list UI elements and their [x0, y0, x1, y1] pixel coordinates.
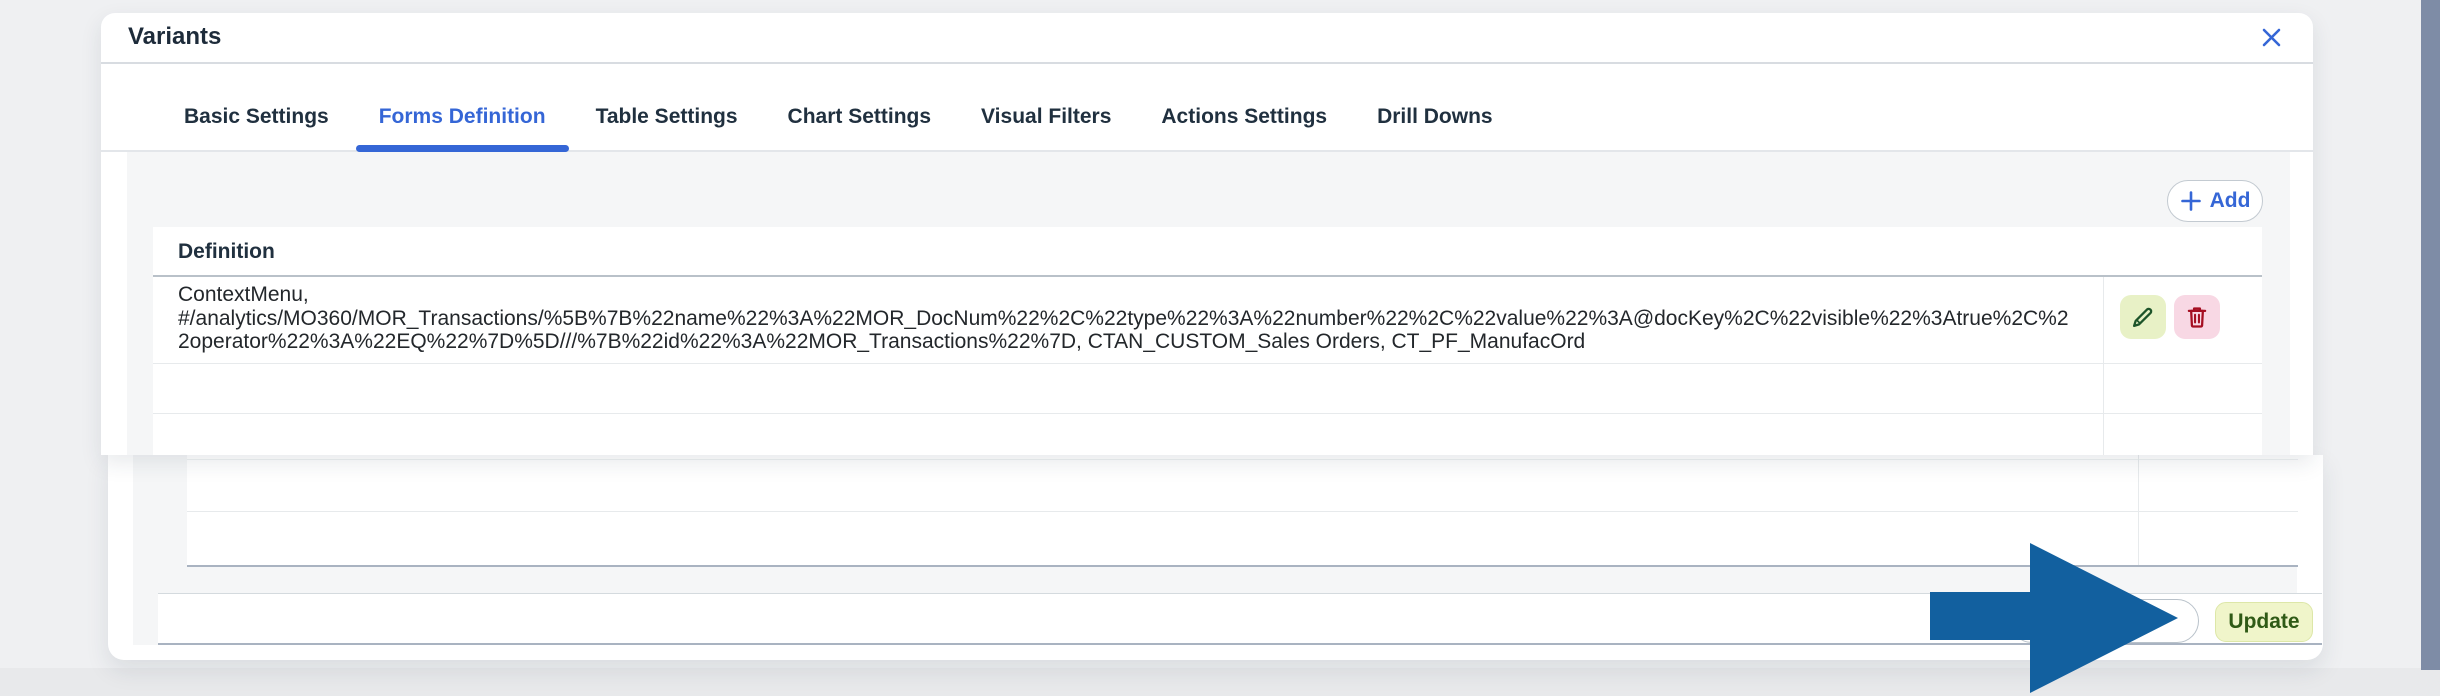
column-divider — [2138, 455, 2139, 565]
screen: Variants Basic Settings Forms Definition… — [0, 0, 2440, 696]
tab-table-settings[interactable]: Table Settings — [571, 102, 763, 132]
row-actions-cell — [2103, 277, 2262, 363]
hidden-footer-button[interactable] — [2010, 599, 2199, 643]
row-actions-cell — [2103, 413, 2262, 455]
tab-bar: Basic Settings Forms Definition Table Se… — [159, 102, 1518, 152]
plus-icon — [2180, 190, 2202, 212]
lower-content-panel: Update — [133, 455, 2322, 645]
tab-forms-definition[interactable]: Forms Definition — [354, 102, 571, 152]
definitions-table: Definition ContextMenu, #/analytics/MO36… — [153, 227, 2262, 455]
update-button-label: Update — [2228, 610, 2300, 633]
table-header-definition: Definition — [153, 227, 2262, 277]
variants-dialog-lower-section: Update — [108, 455, 2323, 660]
tab-visual-filters[interactable]: Visual Filters — [956, 102, 1136, 132]
definition-cell — [153, 414, 2103, 456]
title-divider — [101, 62, 2313, 64]
tab-chart-settings[interactable]: Chart Settings — [763, 102, 957, 132]
tab-actions-settings[interactable]: Actions Settings — [1136, 102, 1352, 132]
tab-basic-settings[interactable]: Basic Settings — [159, 102, 354, 132]
pencil-icon — [2130, 304, 2156, 330]
add-button[interactable]: Add — [2167, 180, 2263, 222]
page-scrollbar[interactable] — [2421, 0, 2440, 670]
delete-button[interactable] — [2174, 295, 2220, 339]
dialog-footer: Update — [158, 593, 2322, 645]
table-row-empty[interactable] — [153, 363, 2262, 414]
table-row[interactable]: ContextMenu, #/analytics/MO360/MOR_Trans… — [153, 277, 2262, 364]
definition-cell: ContextMenu, #/analytics/MO360/MOR_Trans… — [178, 283, 2069, 353]
row-actions-cell — [2103, 363, 2262, 413]
tab-drill-downs[interactable]: Drill Downs — [1352, 102, 1518, 132]
add-button-label: Add — [2209, 189, 2251, 212]
definition-cell — [153, 364, 2103, 413]
table-row-empty[interactable] — [153, 413, 2262, 456]
trash-icon — [2184, 304, 2210, 330]
table-row-empty[interactable] — [187, 460, 2298, 512]
page-bottom-strip — [0, 668, 2440, 696]
edit-button[interactable] — [2120, 295, 2166, 339]
update-button[interactable]: Update — [2215, 602, 2313, 642]
close-icon — [2260, 26, 2283, 49]
dialog-title: Variants — [128, 23, 222, 50]
lower-table — [187, 455, 2298, 567]
variants-dialog: Variants Basic Settings Forms Definition… — [101, 13, 2313, 455]
close-button[interactable] — [2251, 17, 2291, 57]
